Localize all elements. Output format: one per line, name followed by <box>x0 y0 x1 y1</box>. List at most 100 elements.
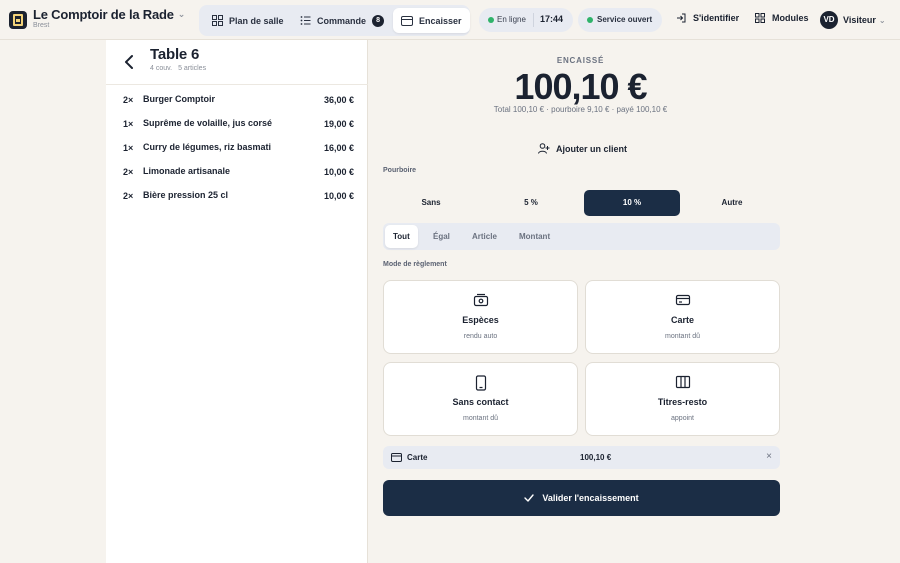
item-name: Curry de légumes, riz basmati <box>143 142 272 152</box>
chevron-down-icon: ⌄ <box>177 9 186 19</box>
online-dot <box>488 17 494 23</box>
user-menu[interactable]: Visiteur ⌄ <box>843 15 886 25</box>
tip-section-label: Pourboire <box>383 167 417 174</box>
method-subtitle: appoint <box>671 415 694 422</box>
add-user-icon <box>538 143 550 154</box>
modules-label: Modules <box>772 13 809 23</box>
payment-method-contactless[interactable]: Sans contact montant dû <box>383 362 578 436</box>
back-button[interactable] <box>120 53 138 71</box>
item-quantity: 2× <box>123 95 134 105</box>
order-line[interactable]: 2× Burger Comptoir 36,00 € <box>106 90 368 110</box>
method-title: Carte <box>670 315 694 325</box>
chevron-down-icon: ⌄ <box>878 16 886 25</box>
tab-label: Encaisser <box>419 15 462 26</box>
cash-icon <box>473 293 489 307</box>
item-price: 36,00 € <box>323 95 354 105</box>
order-panel: Table 6 4 couv. 5 articles 2× Burger Comp… <box>106 40 368 563</box>
tab-label: Plan de salle <box>229 15 284 26</box>
service-label: Service ouvert <box>597 15 653 24</box>
clock: 17:44 <box>540 14 564 24</box>
split-option-equal[interactable]: Égal <box>425 225 458 248</box>
tab-plan-de-salle[interactable]: Plan de salle <box>204 8 292 33</box>
restaurant-location: Brest <box>33 22 50 29</box>
voucher-icon <box>675 375 691 389</box>
main-nav: Plan de salle Commande 8 Encaisser <box>199 5 470 36</box>
method-subtitle: rendu auto <box>463 333 498 340</box>
user-name: Visiteur <box>843 15 876 25</box>
tab-label: Commande <box>317 15 367 26</box>
method-title: Sans contact <box>452 397 509 407</box>
service-status[interactable]: Service ouvert <box>578 8 662 32</box>
card-icon <box>401 15 413 26</box>
connection-status: En ligne 17:44 <box>479 8 573 32</box>
tip-option-none[interactable]: Sans <box>383 190 479 216</box>
order-line[interactable]: 2× Bière pression 25 cl 10,00 € <box>106 186 368 206</box>
service-dot <box>587 17 593 23</box>
split-option-amount[interactable]: Montant <box>511 225 558 248</box>
login-button[interactable]: S'identifier <box>676 13 739 23</box>
add-client-label: Ajouter un client <box>556 143 628 154</box>
modules-icon <box>755 13 765 23</box>
top-bar: Le Comptoir de la Rade ⌄ Brest Plan de sa… <box>0 0 900 40</box>
split-option-all[interactable]: Tout <box>385 225 418 248</box>
order-line[interactable]: 1× Suprême de volaille, jus corsé 19,00 … <box>106 114 368 134</box>
tab-commande[interactable]: Commande 8 <box>292 8 392 33</box>
tab-encaisser[interactable]: Encaisser <box>393 8 470 33</box>
item-quantity: 1× <box>123 119 134 129</box>
divider <box>106 84 368 85</box>
payment-summary: Total 100,10 € · pourboire 9,10 € · payé… <box>493 105 668 114</box>
method-title: Espèces <box>462 315 499 325</box>
covers-count: 4 couv. <box>150 65 173 72</box>
split-mode-selector: Tout Égal Article Montant <box>383 223 780 250</box>
item-price: 16,00 € <box>323 143 354 153</box>
item-name: Bière pression 25 cl <box>143 190 229 200</box>
method-subtitle: montant dû <box>664 333 701 340</box>
split-option-item[interactable]: Article <box>464 225 505 248</box>
tip-option-other[interactable]: Autre <box>684 190 780 216</box>
grid-icon <box>212 15 223 26</box>
status-divider <box>533 13 534 27</box>
payment-mode-label: Mode de règlement <box>383 261 447 268</box>
check-icon <box>524 494 535 502</box>
item-name: Burger Comptoir <box>143 94 215 104</box>
validate-payment-button[interactable]: Valider l'encaissement <box>383 480 780 516</box>
item-price: 10,00 € <box>323 167 354 177</box>
payment-method-card[interactable]: Carte montant dû <box>585 280 780 354</box>
payment-method-voucher[interactable]: Titres-resto appoint <box>585 362 780 436</box>
restaurant-logo[interactable] <box>9 11 27 29</box>
item-quantity: 1× <box>123 143 134 153</box>
chevron-left-icon <box>125 55 133 69</box>
amount-status-label: ENCAISSÉ <box>556 56 605 65</box>
order-line[interactable]: 2× Limonade artisanale 10,00 € <box>106 162 368 182</box>
item-price: 10,00 € <box>323 191 354 201</box>
table-title: Table 6 <box>150 46 200 63</box>
login-label: S'identifier <box>693 13 740 23</box>
add-client-button[interactable]: Ajouter un client <box>538 143 627 154</box>
contactless-icon <box>475 375 487 391</box>
item-quantity: 2× <box>123 167 134 177</box>
modules-button[interactable]: Modules <box>755 13 809 23</box>
item-name: Limonade artisanale <box>143 166 231 176</box>
table-meta: 4 couv. 5 articles <box>150 65 206 72</box>
credit-card-icon <box>675 294 691 306</box>
recorded-payment-row: Carte 100,10 € × <box>383 446 780 469</box>
login-icon <box>677 13 686 23</box>
payment-method-cash[interactable]: Espèces rendu auto <box>383 280 578 354</box>
articles-count: 5 articles <box>178 65 207 72</box>
list-icon <box>300 16 311 25</box>
item-price: 19,00 € <box>323 119 354 129</box>
order-count-badge: 8 <box>372 14 385 27</box>
credit-card-icon <box>391 453 402 462</box>
restaurant-name[interactable]: Le Comptoir de la Rade ⌄ <box>33 7 185 22</box>
tip-option-10[interactable]: 10 % <box>584 190 680 216</box>
tip-option-5[interactable]: 5 % <box>483 190 579 216</box>
recorded-method: Carte <box>407 453 428 462</box>
method-title: Titres-resto <box>657 397 708 407</box>
method-subtitle: montant dû <box>462 415 499 422</box>
remove-payment-button[interactable]: × <box>766 451 772 462</box>
amount-collected: 100,10 € <box>514 66 647 107</box>
online-label: En ligne <box>497 15 526 24</box>
avatar[interactable]: VD <box>820 11 838 29</box>
order-line[interactable]: 1× Curry de légumes, riz basmati 16,00 € <box>106 138 368 158</box>
item-name: Suprême de volaille, jus corsé <box>143 118 273 128</box>
